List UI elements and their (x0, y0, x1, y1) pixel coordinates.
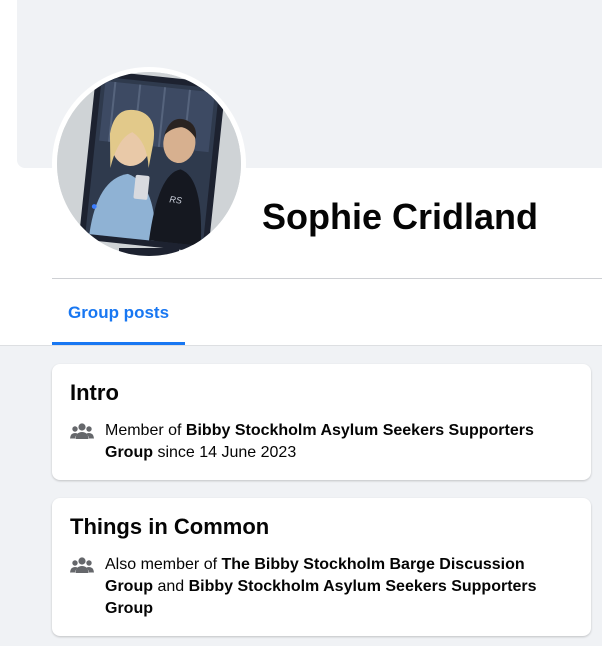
profile-name: Sophie Cridland (262, 196, 539, 237)
people-icon (70, 420, 94, 442)
common-groups-row: Also member of The Bibby Stockholm Barge… (70, 554, 573, 620)
things-in-common-title: Things in Common (70, 514, 270, 539)
profile-header: RS Sophie Cridland Group posts (0, 0, 602, 346)
svg-text:RS: RS (169, 194, 182, 205)
active-tab-indicator (52, 342, 185, 345)
intro-membership-row: Member of Bibby Stockholm Asylum Seekers… (70, 420, 573, 464)
people-icon (70, 554, 94, 576)
avatar-photo: RS (57, 72, 241, 256)
membership-since: since 14 June 2023 (153, 444, 297, 461)
intro-card: Intro Member of Bibby Stockholm Asylum S… (52, 364, 591, 480)
membership-prefix: Member of (105, 422, 186, 439)
intro-membership-text: Member of Bibby Stockholm Asylum Seekers… (105, 420, 573, 464)
common-conjunction: and (153, 578, 189, 595)
tab-label: Group posts (67, 302, 170, 322)
header-divider (52, 278, 602, 279)
tab-group-posts[interactable]: Group posts (52, 280, 185, 345)
profile-avatar[interactable]: RS (52, 67, 246, 261)
common-prefix: Also member of (105, 556, 222, 573)
things-in-common-card: Things in Common Also member of The Bibb… (52, 498, 591, 636)
common-groups-text: Also member of The Bibby Stockholm Barge… (105, 554, 573, 620)
intro-title: Intro (70, 380, 119, 405)
